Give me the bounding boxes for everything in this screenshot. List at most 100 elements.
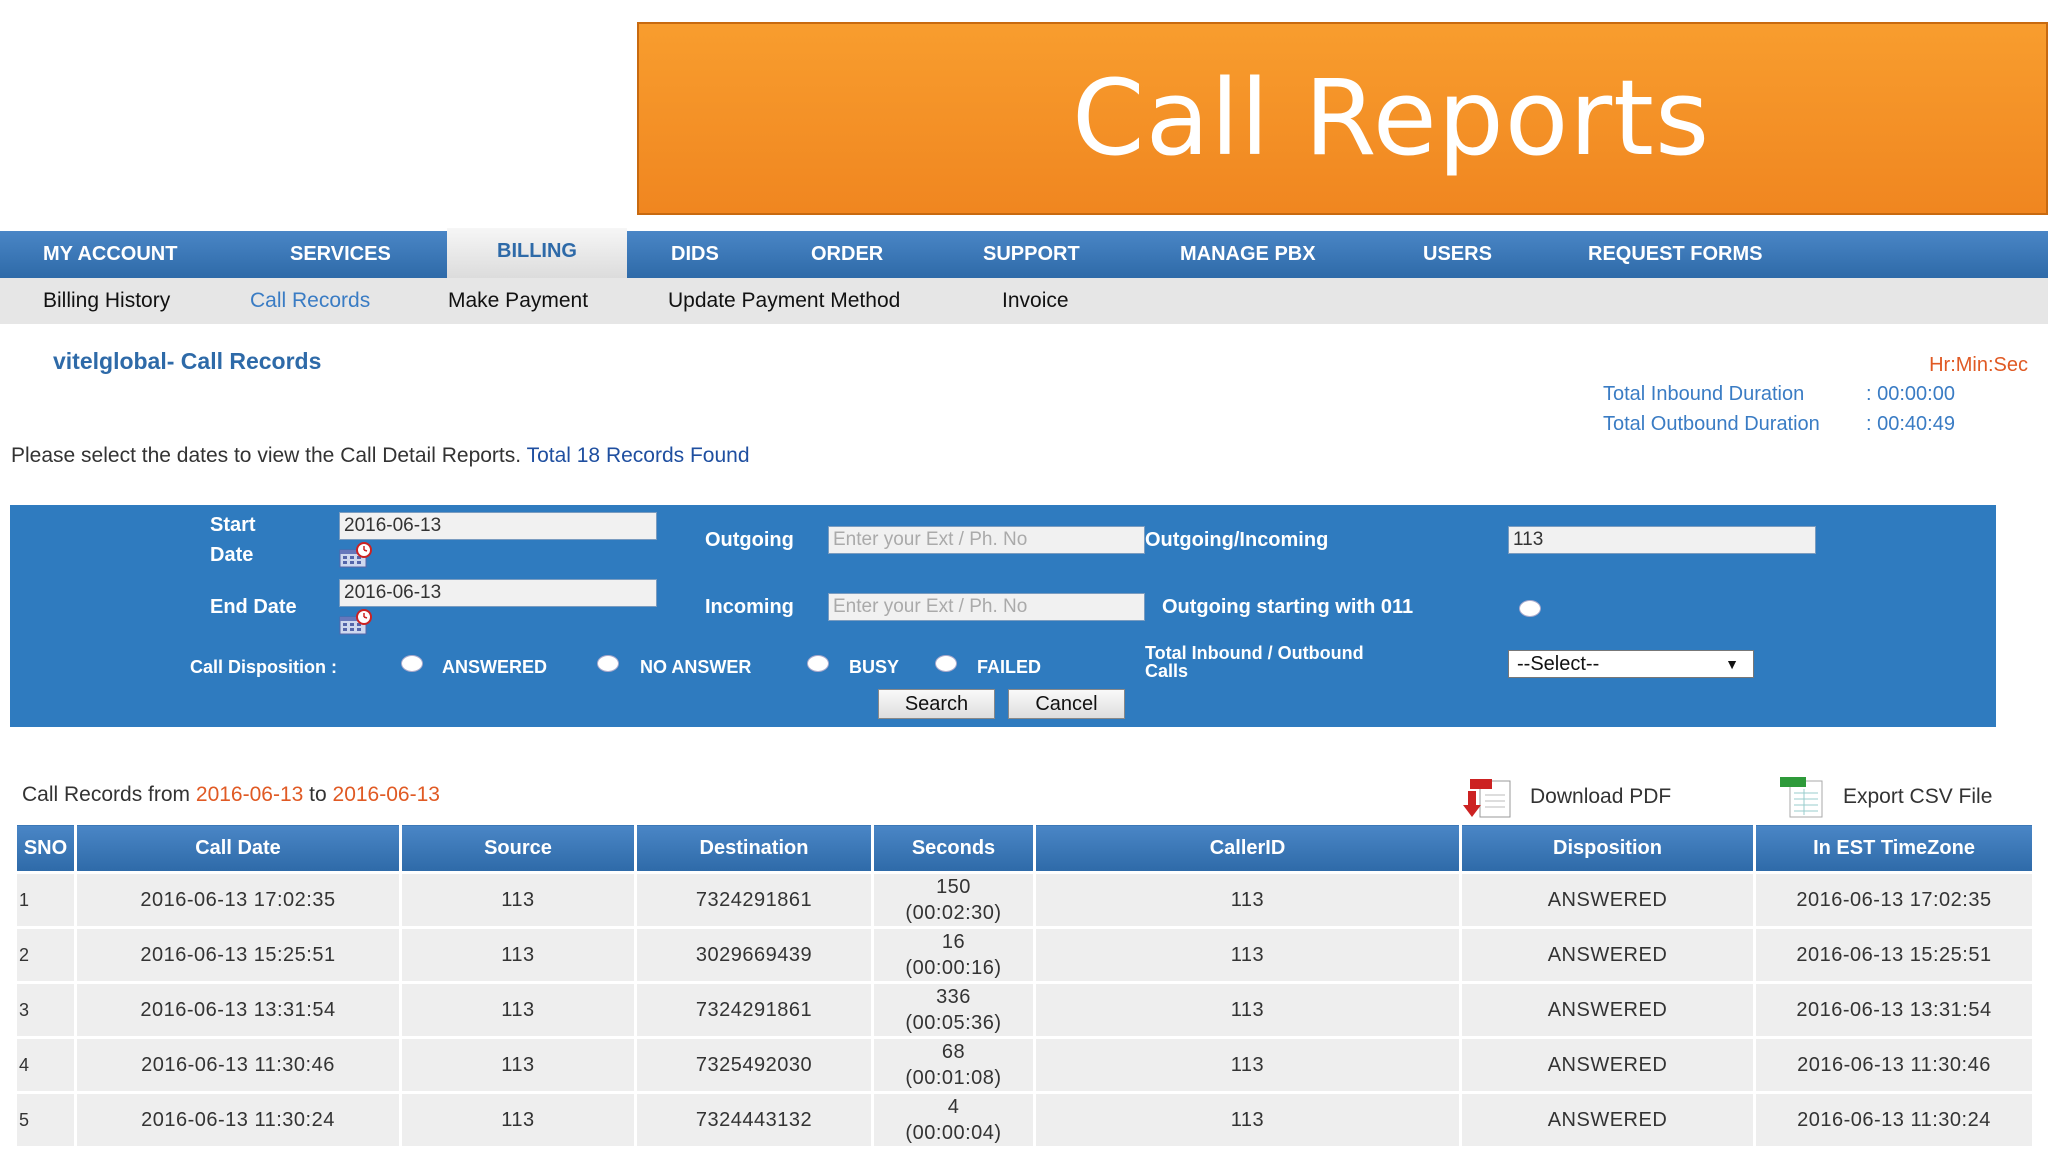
cell-disposition: ANSWERED (1459, 871, 1756, 929)
intro-text: Please select the dates to view the Call… (11, 444, 750, 468)
nav-my-account[interactable]: MY ACCOUNT (43, 231, 177, 278)
outbound-duration-label: Total Outbound Duration (1603, 413, 1820, 435)
subnav-update-payment-method[interactable]: Update Payment Method (668, 278, 900, 324)
cell-est-time: 2016-06-13 15:25:51 (1753, 926, 2035, 984)
records-range-mid: to (309, 783, 327, 806)
cell-callerid: 113 (1033, 871, 1462, 929)
seconds-value: 150 (936, 876, 971, 898)
incoming-label: Incoming (705, 596, 794, 618)
nav-dids[interactable]: DIDS (671, 231, 719, 278)
start-date-label-line1: Start (210, 514, 256, 536)
outbound-duration-value: : 00:40:49 (1866, 413, 1955, 435)
cancel-button[interactable]: Cancel (1008, 689, 1125, 719)
nav-services[interactable]: SERVICES (290, 231, 391, 278)
start-date-input[interactable] (339, 512, 657, 540)
table-row: 3 2016-06-13 13:31:54 113 7324291861 336… (14, 981, 2035, 1039)
cell-call-date: 2016-06-13 11:30:24 (74, 1091, 402, 1149)
subnav-invoice[interactable]: Invoice (1002, 278, 1069, 324)
cell-disposition: ANSWERED (1459, 981, 1756, 1039)
disposition-no-answer-radio[interactable] (597, 655, 619, 672)
outgoing-incoming-label: Outgoing/Incoming (1145, 529, 1329, 551)
seconds-hms: (00:00:16) (905, 957, 1002, 979)
seconds-hms: (00:05:36) (905, 1012, 1002, 1034)
outgoing-incoming-input[interactable] (1508, 526, 1816, 554)
records-range-to: 2016-06-13 (332, 783, 440, 806)
cell-callerid: 113 (1033, 981, 1462, 1039)
incoming-input[interactable] (828, 593, 1145, 621)
column-header-destination[interactable]: Destination (634, 822, 874, 874)
disposition-busy-radio[interactable] (807, 655, 829, 672)
disposition-no-answer-label: NO ANSWER (640, 657, 752, 677)
column-header-sno[interactable]: SNO (14, 822, 77, 874)
nav-users[interactable]: USERS (1423, 231, 1492, 278)
seconds-hms: (00:00:04) (905, 1122, 1002, 1144)
total-calls-select-value: --Select-- (1517, 653, 1600, 675)
nav-order[interactable]: ORDER (811, 231, 883, 278)
cell-source: 113 (399, 1036, 637, 1094)
seconds-value: 68 (941, 1041, 966, 1063)
download-pdf-button[interactable]: Download PDF (1460, 773, 1710, 819)
cell-est-time: 2016-06-13 17:02:35 (1753, 871, 2035, 929)
search-button[interactable]: Search (878, 689, 995, 719)
subnav-call-records[interactable]: Call Records (250, 278, 370, 324)
duration-units: Hr:Min:Sec (1929, 354, 2028, 376)
inbound-duration-label: Total Inbound Duration (1603, 383, 1805, 405)
cell-seconds: 16 (00:00:16) (871, 926, 1036, 984)
cell-seconds: 336 (00:05:36) (871, 981, 1036, 1039)
cell-sno: 1 (14, 871, 77, 929)
subnav-billing-history[interactable]: Billing History (43, 278, 170, 324)
column-header-est-timezone[interactable]: In EST TimeZone (1753, 822, 2035, 874)
total-calls-label-line2: Calls (1145, 661, 1189, 681)
records-found-count: Total 18 Records Found (526, 444, 750, 467)
end-calendar-icon[interactable] (339, 609, 373, 635)
nav-manage-pbx[interactable]: MANAGE PBX (1180, 231, 1316, 278)
table-header-row: SNO Call Date Source Destination Seconds… (14, 822, 2035, 874)
column-header-seconds[interactable]: Seconds (871, 822, 1036, 874)
seconds-hms: (00:01:08) (905, 1067, 1002, 1089)
sub-nav: Billing History Call Records Make Paymen… (0, 278, 2048, 324)
disposition-busy-label: BUSY (849, 657, 900, 677)
cell-callerid: 113 (1033, 1091, 1462, 1149)
outgoing-011-radio[interactable] (1519, 600, 1541, 617)
seconds-value: 336 (936, 986, 971, 1008)
disposition-answered-label: ANSWERED (442, 657, 548, 677)
subnav-make-payment[interactable]: Make Payment (448, 278, 588, 324)
cell-destination: 7324291861 (634, 871, 874, 929)
start-calendar-icon[interactable] (339, 542, 373, 568)
filter-panel: Start Date End Date Outgoing Incoming Ou… (10, 505, 1996, 727)
outgoing-label: Outgoing (705, 529, 794, 551)
total-calls-select[interactable]: --Select-- ▼ (1508, 650, 1754, 678)
outgoing-011-label: Outgoing starting with 011 (1162, 596, 1414, 618)
disposition-answered-radio[interactable] (401, 655, 423, 672)
records-range-prefix: Call Records from (22, 783, 191, 806)
excel-file-icon (1780, 777, 1823, 818)
seconds-value: 16 (941, 931, 966, 953)
outgoing-input[interactable] (828, 526, 1145, 554)
cell-source: 113 (399, 871, 637, 929)
column-header-disposition[interactable]: Disposition (1459, 822, 1756, 874)
table-row: 1 2016-06-13 17:02:35 113 7324291861 150… (14, 871, 2035, 929)
nav-billing[interactable]: BILLING (447, 228, 627, 278)
call-disposition-label: Call Disposition : (190, 657, 338, 677)
column-header-callerid[interactable]: CallerID (1033, 822, 1462, 874)
cell-seconds: 4 (00:00:04) (871, 1091, 1036, 1149)
cell-destination: 3029669439 (634, 926, 874, 984)
column-header-call-date[interactable]: Call Date (74, 822, 402, 874)
end-date-input[interactable] (339, 579, 657, 607)
cell-sno: 5 (14, 1091, 77, 1149)
cell-destination: 7324291861 (634, 981, 874, 1039)
cell-callerid: 113 (1033, 926, 1462, 984)
title-banner: Call Reports (637, 22, 2048, 215)
nav-request-forms[interactable]: REQUEST FORMS (1588, 231, 1762, 278)
cell-est-time: 2016-06-13 11:30:24 (1753, 1091, 2035, 1149)
cell-callerid: 113 (1033, 1036, 1462, 1094)
disposition-failed-radio[interactable] (935, 655, 957, 672)
banner-title: Call Reports (1072, 57, 1711, 179)
column-header-source[interactable]: Source (399, 822, 637, 874)
nav-support[interactable]: SUPPORT (983, 231, 1080, 278)
cell-seconds: 68 (00:01:08) (871, 1036, 1036, 1094)
export-csv-button[interactable]: Export CSV File (1776, 773, 2026, 819)
records-range: Call Records from 2016-06-13 to 2016-06-… (22, 783, 440, 807)
cell-seconds: 150 (00:02:30) (871, 871, 1036, 929)
cell-sno: 2 (14, 926, 77, 984)
